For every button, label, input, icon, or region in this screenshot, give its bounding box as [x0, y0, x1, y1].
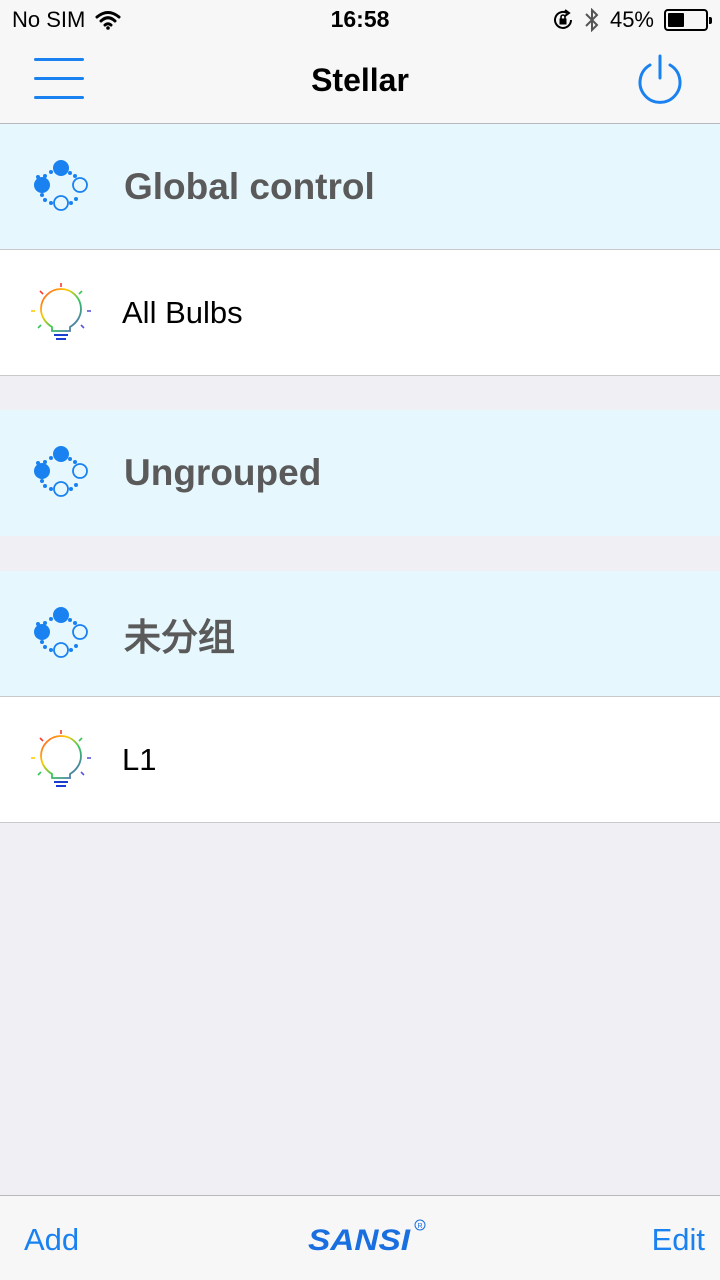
rotation-lock-icon: [553, 9, 572, 29]
status-right: 45%: [552, 7, 712, 33]
bottom-toolbar: Add SANSI R Edit: [0, 1195, 720, 1280]
sansi-logo: SANSI R: [308, 1219, 426, 1257]
svg-text:R: R: [418, 1223, 423, 1230]
group-label: 未分组: [124, 615, 235, 659]
bulb-row-l1[interactable]: L1: [0, 697, 720, 823]
group-label: Ungrouped: [124, 452, 322, 493]
power-icon[interactable]: [634, 54, 686, 106]
bulb-row-all-bulbs[interactable]: All Bulbs: [0, 250, 720, 376]
page-title: Stellar: [311, 62, 409, 98]
svg-text:SANSI: SANSI: [308, 1224, 411, 1257]
group-row-unassigned[interactable]: 未分组: [0, 571, 720, 697]
group-icon: [34, 607, 88, 658]
rgb-bulb-icon: [31, 283, 91, 340]
add-button[interactable]: Add: [24, 1222, 79, 1258]
bluetooth-icon: [585, 8, 599, 32]
group-row-ungrouped[interactable]: Ungrouped: [0, 410, 720, 536]
nav-bar: Stellar: [0, 40, 720, 124]
rgb-bulb-icon: [31, 730, 91, 787]
group-label: Global control: [124, 165, 375, 207]
battery-fill: [668, 13, 685, 27]
status-bar: No SIM 16:58 45%: [0, 0, 720, 40]
group-icon: [34, 160, 88, 211]
bulb-label: All Bulbs: [122, 294, 243, 330]
group-row-global-control[interactable]: Global control: [0, 124, 720, 250]
battery-percent: 45%: [609, 7, 654, 32]
group-icon: [34, 446, 88, 497]
battery-icon: [664, 9, 712, 31]
bulb-label: L1: [122, 741, 157, 777]
edit-button[interactable]: Edit: [652, 1222, 705, 1258]
